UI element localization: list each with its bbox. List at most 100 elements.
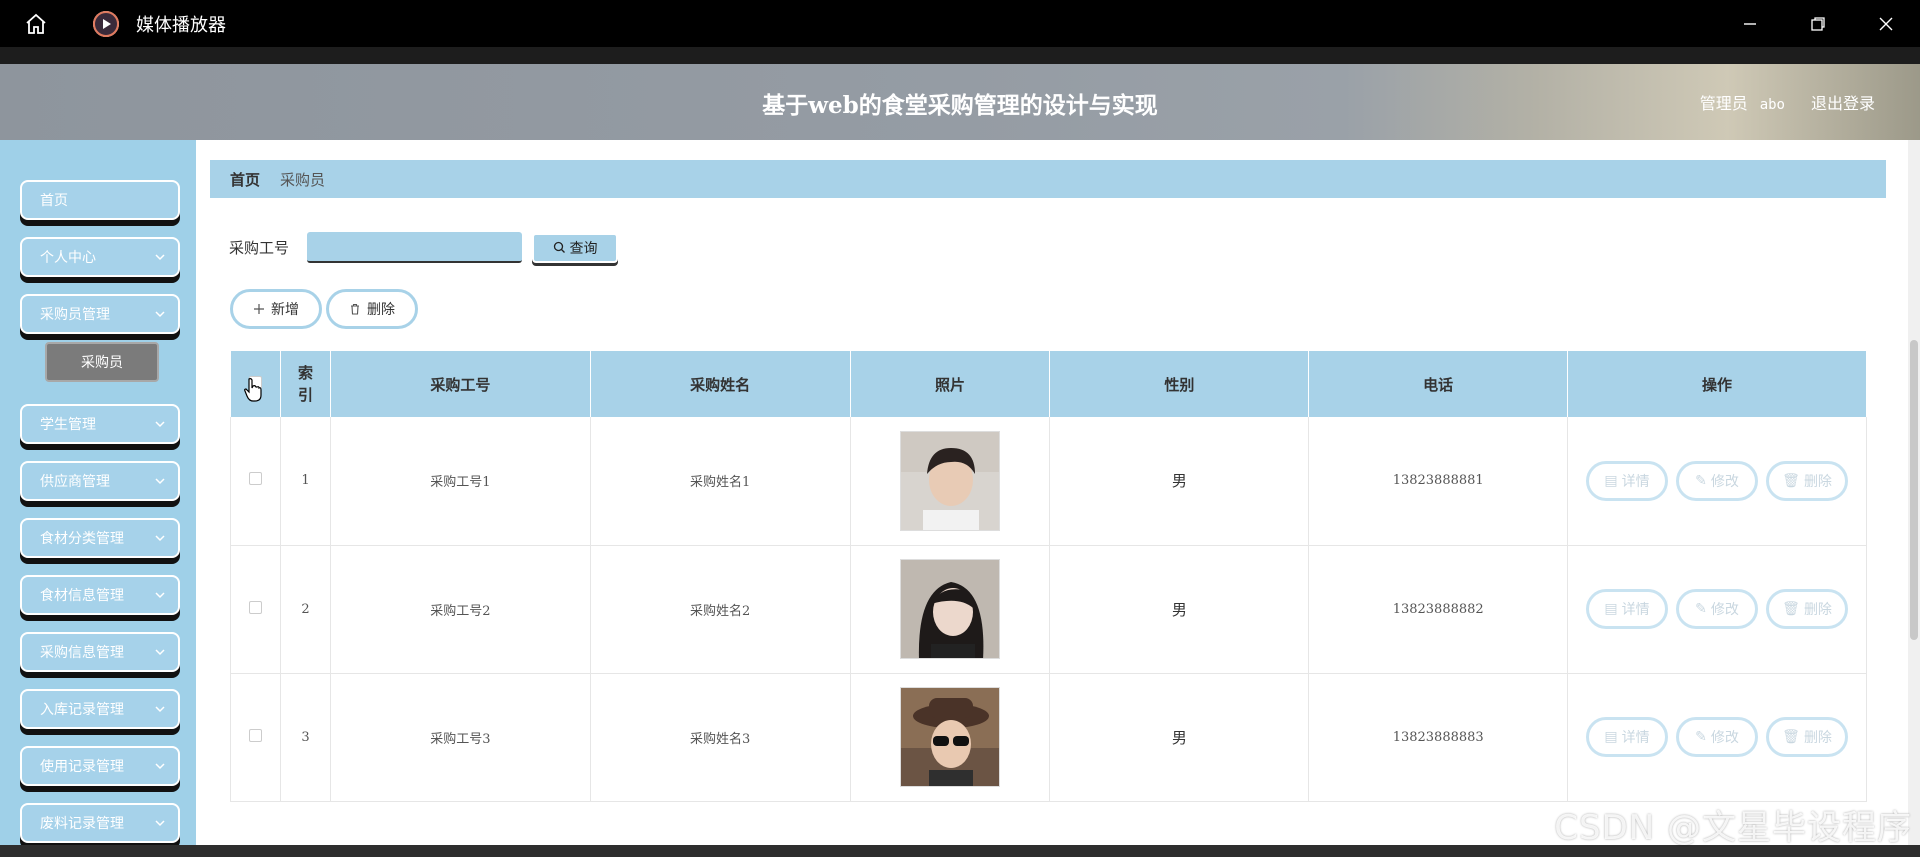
delete-button-label: 删除 bbox=[1803, 602, 1832, 618]
table-row: 2 采购工号2 采购姓名2 男 13823888882 ▤ 详情 ✎ 修改 🗑 删除 bbox=[230, 545, 1867, 674]
col-name[interactable]: 采购姓名 bbox=[590, 351, 851, 417]
row-index: 2 bbox=[280, 545, 331, 674]
user-role: 管理员 bbox=[1699, 94, 1748, 113]
sidebar-item-purchase-mgmt[interactable]: 采购信息管理 bbox=[20, 632, 180, 672]
add-button[interactable]: 新增 bbox=[230, 289, 322, 329]
col-gender[interactable]: 性别 bbox=[1049, 351, 1310, 417]
row-index: 3 bbox=[280, 673, 331, 802]
breadcrumb-current: 采购员 bbox=[280, 170, 326, 189]
row-worker-no: 采购工号2 bbox=[330, 545, 591, 674]
chevron-down-icon bbox=[155, 254, 165, 261]
row-select-cell[interactable] bbox=[230, 417, 281, 546]
row-gender: 男 bbox=[1049, 673, 1310, 802]
scrollbar-thumb[interactable] bbox=[1910, 340, 1918, 640]
sidebar-item-stockin-mgmt[interactable]: 入库记录管理 bbox=[20, 689, 180, 729]
sidebar-item-label: 废料记录管理 bbox=[40, 816, 124, 832]
row-checkbox[interactable] bbox=[248, 472, 262, 486]
sidebar-item-usage-mgmt[interactable]: 使用记录管理 bbox=[20, 746, 180, 786]
col-index: 索引 bbox=[280, 351, 331, 417]
search-icon bbox=[553, 241, 565, 253]
search-button[interactable]: 查询 bbox=[532, 232, 619, 263]
row-photo-cell bbox=[850, 673, 1051, 802]
avatar[interactable] bbox=[899, 687, 1000, 787]
edit-icon: ✎ bbox=[1695, 729, 1707, 745]
delete-button[interactable]: 🗑 删除 bbox=[1766, 460, 1849, 501]
detail-button[interactable]: ▤ 详情 bbox=[1586, 589, 1669, 629]
row-phone: 13823888881 bbox=[1308, 417, 1569, 546]
batch-delete-button[interactable]: 删除 bbox=[326, 289, 418, 329]
sidebar-item-label: 使用记录管理 bbox=[40, 759, 124, 775]
restore-button[interactable] bbox=[1784, 0, 1852, 47]
col-phone[interactable]: 电话 bbox=[1308, 351, 1569, 417]
close-button[interactable] bbox=[1852, 0, 1920, 47]
edit-button[interactable]: ✎ 修改 bbox=[1676, 717, 1759, 757]
delete-button[interactable]: 🗑 删除 bbox=[1766, 717, 1849, 757]
logout-link[interactable]: 退出登录 bbox=[1811, 90, 1875, 114]
sidebar-item-buyer-mgmt[interactable]: 采购员管理 bbox=[20, 294, 180, 334]
row-checkbox[interactable] bbox=[248, 600, 262, 614]
row-select-cell[interactable] bbox=[230, 673, 281, 802]
chevron-down-icon bbox=[155, 592, 165, 599]
col-worker-no[interactable]: 采购工号 bbox=[330, 351, 591, 417]
sidebar: 首页 个人中心 采购员管理 采购员 学生管理 供应商管理 食材分类管理 食材信息… bbox=[0, 140, 196, 857]
sidebar-item-label: 个人中心 bbox=[40, 250, 96, 266]
delete-button-label: 删除 bbox=[367, 302, 395, 318]
col-ops: 操作 bbox=[1567, 351, 1867, 417]
home-icon[interactable] bbox=[18, 6, 54, 42]
sidebar-subitem-buyer[interactable]: 采购员 bbox=[45, 342, 159, 382]
row-checkbox[interactable] bbox=[248, 728, 262, 742]
row-worker-no: 采购工号3 bbox=[330, 673, 591, 802]
chevron-down-icon bbox=[155, 478, 165, 485]
sidebar-item-student-mgmt[interactable]: 学生管理 bbox=[20, 404, 180, 444]
sidebar-item-category-mgmt[interactable]: 食材分类管理 bbox=[20, 518, 180, 558]
window-titlebar: 媒体播放器 bbox=[0, 0, 1920, 47]
row-name: 采购姓名1 bbox=[590, 417, 851, 546]
action-bar: 新增 删除 bbox=[230, 289, 418, 329]
mouse-cursor-icon bbox=[243, 377, 263, 407]
delete-button-label: 删除 bbox=[1803, 730, 1832, 746]
buyer-table: 索引 采购工号 采购姓名 照片 性别 电话 操作 1 采购工号1 采购姓名1 男… bbox=[230, 351, 1867, 802]
chevron-down-icon bbox=[155, 311, 165, 318]
table-header-row: 索引 采购工号 采购姓名 照片 性别 电话 操作 bbox=[230, 351, 1867, 417]
edit-button[interactable]: ✎ 修改 bbox=[1676, 460, 1759, 501]
sidebar-item-profile[interactable]: 个人中心 bbox=[20, 237, 180, 277]
row-ops: ▤ 详情 ✎ 修改 🗑 删除 bbox=[1567, 673, 1867, 802]
row-phone: 13823888882 bbox=[1308, 545, 1569, 674]
detail-button[interactable]: ▤ 详情 bbox=[1586, 460, 1669, 501]
search-input[interactable] bbox=[307, 232, 523, 263]
row-index: 1 bbox=[280, 417, 331, 546]
plus-icon bbox=[254, 304, 264, 314]
breadcrumb-home[interactable]: 首页 bbox=[230, 169, 260, 190]
vertical-scrollbar[interactable] bbox=[1908, 140, 1920, 845]
delete-button-label: 删除 bbox=[1803, 473, 1832, 490]
table-row: 3 采购工号3 采购姓名3 男 13823888883 ▤ 详情 ✎ 修改 🗑 删除 bbox=[230, 673, 1867, 802]
sidebar-item-supplier-mgmt[interactable]: 供应商管理 bbox=[20, 461, 180, 501]
avatar[interactable] bbox=[899, 559, 1000, 659]
sidebar-item-home[interactable]: 首页 bbox=[20, 180, 180, 220]
sidebar-item-label: 学生管理 bbox=[40, 417, 96, 433]
edit-button-label: 修改 bbox=[1710, 473, 1739, 490]
table-row: 1 采购工号1 采购姓名1 男 13823888881 ▤ 详情 ✎ 修改 🗑 删除 bbox=[230, 417, 1867, 546]
trash-icon: 🗑 bbox=[1782, 729, 1800, 745]
edit-button[interactable]: ✎ 修改 bbox=[1676, 589, 1759, 629]
user-name: abo bbox=[1759, 97, 1785, 113]
chevron-down-icon bbox=[155, 535, 165, 542]
row-ops: ▤ 详情 ✎ 修改 🗑 删除 bbox=[1567, 417, 1867, 546]
minimize-button[interactable] bbox=[1716, 0, 1784, 47]
row-name: 采购姓名2 bbox=[590, 545, 851, 674]
row-name: 采购姓名3 bbox=[590, 673, 851, 802]
row-select-cell[interactable] bbox=[230, 545, 281, 674]
trash-icon: 🗑 bbox=[1782, 601, 1800, 617]
add-button-label: 新增 bbox=[271, 302, 299, 318]
trash-icon: 🗑 bbox=[1782, 472, 1800, 489]
sidebar-item-waste-mgmt[interactable]: 废料记录管理 bbox=[20, 803, 180, 843]
detail-button[interactable]: ▤ 详情 bbox=[1586, 717, 1669, 757]
chevron-down-icon bbox=[155, 706, 165, 713]
chevron-down-icon bbox=[155, 421, 165, 428]
delete-button[interactable]: 🗑 删除 bbox=[1766, 589, 1849, 629]
col-index-label: 索引 bbox=[297, 364, 313, 404]
avatar[interactable] bbox=[899, 430, 1000, 531]
sidebar-item-ingredient-mgmt[interactable]: 食材信息管理 bbox=[20, 575, 180, 615]
chevron-down-icon bbox=[155, 763, 165, 770]
titlebar-strip bbox=[0, 47, 1920, 64]
